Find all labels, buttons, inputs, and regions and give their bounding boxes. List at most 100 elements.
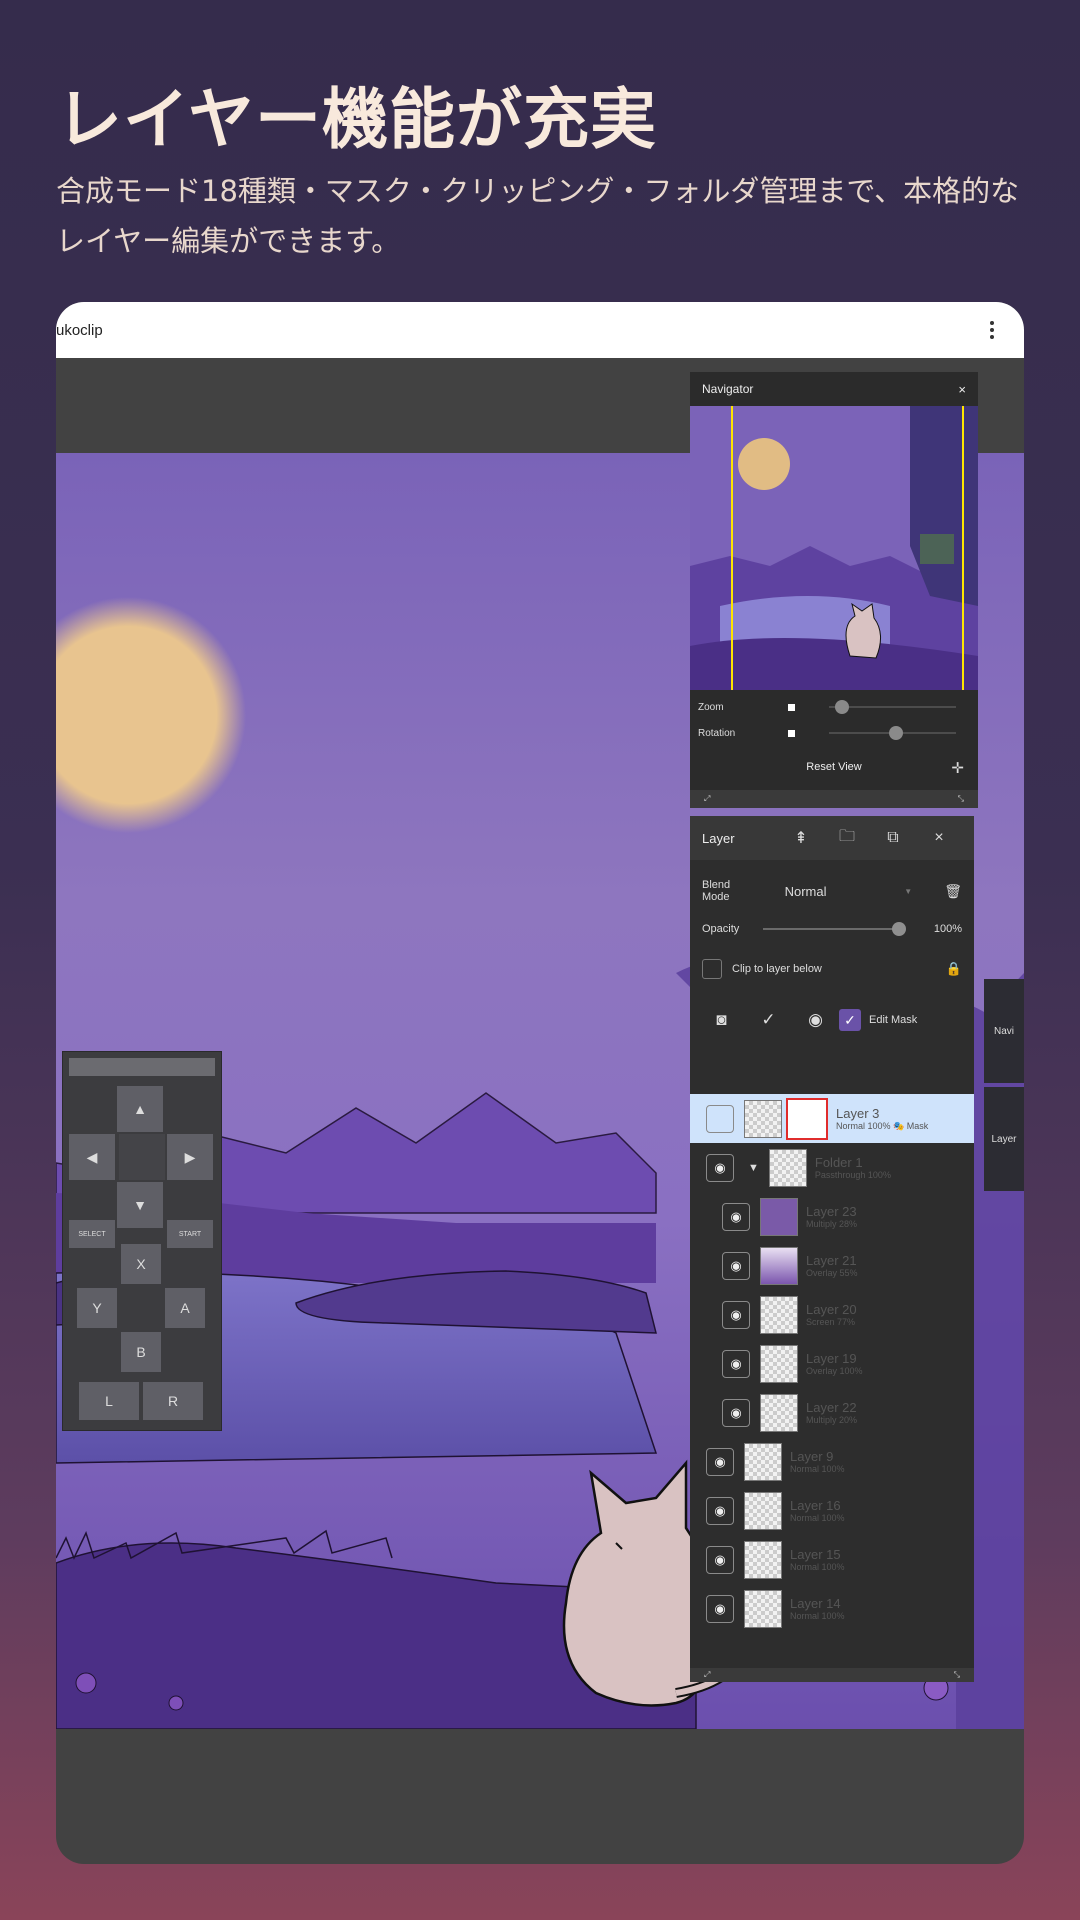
b-button[interactable]: B [121, 1332, 161, 1372]
layer-text: Layer 3 Normal 100% 🎭 Mask [836, 1106, 928, 1132]
x-button[interactable]: X [121, 1244, 161, 1284]
layer-row[interactable]: ◉ Layer 14 Normal 100% [690, 1584, 974, 1633]
layer-row[interactable]: ◉ Layer 15 Normal 100% [690, 1535, 974, 1584]
layer-row[interactable]: ◉ Layer 16 Normal 100% [690, 1486, 974, 1535]
rotation-slider-knob[interactable] [889, 726, 903, 740]
close-icon[interactable]: × [916, 829, 962, 847]
shrink-icon[interactable]: ⤢ [704, 794, 710, 804]
select-button[interactable]: SELECT [69, 1220, 115, 1248]
eye-icon[interactable]: ◉ [722, 1300, 750, 1329]
zoom-slider[interactable] [829, 700, 956, 714]
eye-icon[interactable]: ◉ [792, 1010, 839, 1030]
opacity-value: 100% [933, 923, 962, 935]
edit-mask-label: Edit Mask [869, 1014, 918, 1026]
mask-icon[interactable]: ◙ [698, 1010, 745, 1030]
r-button[interactable]: R [143, 1382, 203, 1420]
edit-mask-checkbox[interactable]: ✓ [839, 1009, 861, 1031]
opacity-slider[interactable] [763, 922, 907, 936]
navigator-footer: ⤢ ⤡ [690, 790, 978, 808]
layer-text: Folder 1 Passthrough 100% [815, 1155, 891, 1180]
navigator-header[interactable]: Navigator × [690, 372, 978, 406]
eye-icon[interactable]: ◉ [722, 1251, 750, 1280]
resize-icon[interactable]: ⤡ [958, 794, 964, 804]
zoom-reset-square[interactable] [788, 703, 795, 711]
layer-row[interactable]: ◉ Layer 19 Overlay 100% [690, 1339, 974, 1388]
layer-thumbnail [744, 1540, 782, 1579]
opacity-slider-knob[interactable] [892, 922, 907, 936]
layer-row[interactable]: Layer 3 Normal 100% 🎭 Mask [690, 1094, 974, 1143]
eye-icon[interactable]: ◉ [706, 1594, 734, 1623]
eye-icon[interactable]: ◉ [706, 1545, 734, 1574]
reset-view-button[interactable]: Reset View [806, 761, 861, 773]
gamepad-drag-bar[interactable] [69, 1058, 215, 1076]
eye-icon[interactable]: ◉ [706, 1447, 734, 1476]
add-layer-icon[interactable]: ⇞ [778, 828, 824, 848]
layer-row[interactable]: ◉ Layer 22 Multiply 20% [690, 1388, 974, 1437]
y-button[interactable]: Y [77, 1288, 117, 1328]
start-button[interactable]: START [167, 1220, 213, 1248]
add-folder-icon[interactable]: 🗀 [824, 825, 870, 852]
layer-thumbnail [760, 1344, 798, 1383]
layer-name: Layer 16 [790, 1498, 841, 1513]
more-vert-icon[interactable] [986, 317, 998, 343]
zoom-slider-knob[interactable] [835, 700, 849, 714]
close-icon[interactable]: × [958, 382, 966, 397]
eye-icon[interactable]: ◉ [722, 1349, 750, 1378]
navigator-preview[interactable] [690, 406, 978, 690]
chevron-down-icon: ▼ [904, 886, 913, 896]
layer-info: Normal 100% [790, 1464, 845, 1474]
navi-side-tab[interactable]: Navi [984, 979, 1024, 1083]
eye-icon[interactable] [706, 1104, 734, 1133]
rotation-row: Rotation [690, 720, 978, 746]
reset-view-row: Reset View ✛ [690, 752, 978, 782]
layer-info: Multiply 28% [806, 1219, 858, 1229]
dpad-center [119, 1134, 165, 1180]
rotation-slider[interactable] [829, 726, 956, 740]
layer-row[interactable]: ◉ Layer 20 Screen 77% [690, 1290, 974, 1339]
layer-row[interactable]: ◉ Layer 9 Normal 100% [690, 1437, 974, 1486]
eye-icon[interactable]: ◉ [722, 1202, 750, 1231]
dpad-left-button[interactable]: ◀ [69, 1134, 115, 1180]
navigator-title: Navigator [702, 382, 754, 396]
move-icon[interactable]: ✛ [951, 759, 964, 777]
layer-info: Multiply 20% [806, 1415, 858, 1425]
zoom-label: Zoom [698, 701, 724, 713]
layer-name: Folder 1 [814, 1155, 863, 1170]
layer-text: Layer 16 Normal 100% [790, 1498, 845, 1523]
dpad-up-button[interactable]: ▲ [117, 1086, 163, 1132]
eye-icon[interactable]: ◉ [706, 1153, 734, 1182]
blend-mode-select[interactable]: Normal [785, 884, 905, 899]
eye-icon[interactable]: ◉ [722, 1398, 750, 1427]
opacity-label: Opacity [702, 923, 740, 935]
clip-checkbox[interactable] [702, 959, 722, 979]
layer-text: Layer 20 Screen 77% [806, 1302, 857, 1327]
rotation-reset-square[interactable] [788, 729, 795, 737]
eye-icon[interactable]: ◉ [706, 1496, 734, 1525]
layer-panel-header[interactable]: Layer ⇞ 🗀 ⧉ × [690, 816, 974, 860]
shrink-icon[interactable]: ⤢ [704, 1670, 710, 1680]
a-button[interactable]: A [165, 1288, 205, 1328]
layer-info: Normal 100% [790, 1611, 845, 1621]
folder-row[interactable]: ◉ ▼ Folder 1 Passthrough 100% [690, 1143, 974, 1192]
layer-side-tab[interactable]: Layer [984, 1087, 1024, 1191]
apply-mask-icon[interactable]: ✓ [745, 1010, 792, 1030]
hero-subtitle: 合成モード18種類・マスク・クリッピング・フォルダ管理まで、本格的なレイヤー編集… [56, 174, 1020, 258]
layer-row[interactable]: ◉ Layer 21 Overlay 55% [690, 1241, 974, 1290]
lock-icon[interactable]: 🔒 [946, 961, 962, 977]
l-button[interactable]: L [79, 1382, 139, 1420]
dpad-down-button[interactable]: ▼ [117, 1182, 163, 1228]
duplicate-layer-icon[interactable]: ⧉ [870, 829, 916, 847]
layer-text: Layer 19 Overlay 100% [806, 1351, 863, 1376]
layer-text: Layer 15 Normal 100% [790, 1547, 845, 1572]
trash-icon[interactable]: 🗑 [944, 883, 962, 900]
layer-text: Layer 23 Multiply 28% [806, 1204, 857, 1229]
dpad-right-button[interactable]: ▶ [167, 1134, 213, 1180]
layer-thumbnail [760, 1246, 798, 1285]
layer-text: Layer 22 Multiply 20% [806, 1400, 857, 1425]
resize-icon[interactable]: ⤡ [954, 1670, 960, 1680]
mask-thumbnail[interactable] [786, 1097, 828, 1140]
layer-row[interactable]: ◉ Layer 23 Multiply 28% [690, 1192, 974, 1241]
layer-panel-title: Layer [702, 830, 735, 846]
app-window: ukoclip ▲ ◀ ▶ ▼ SELECT START X Y A B L R… [56, 302, 1024, 1864]
chevron-down-icon[interactable]: ▼ [748, 1162, 759, 1174]
